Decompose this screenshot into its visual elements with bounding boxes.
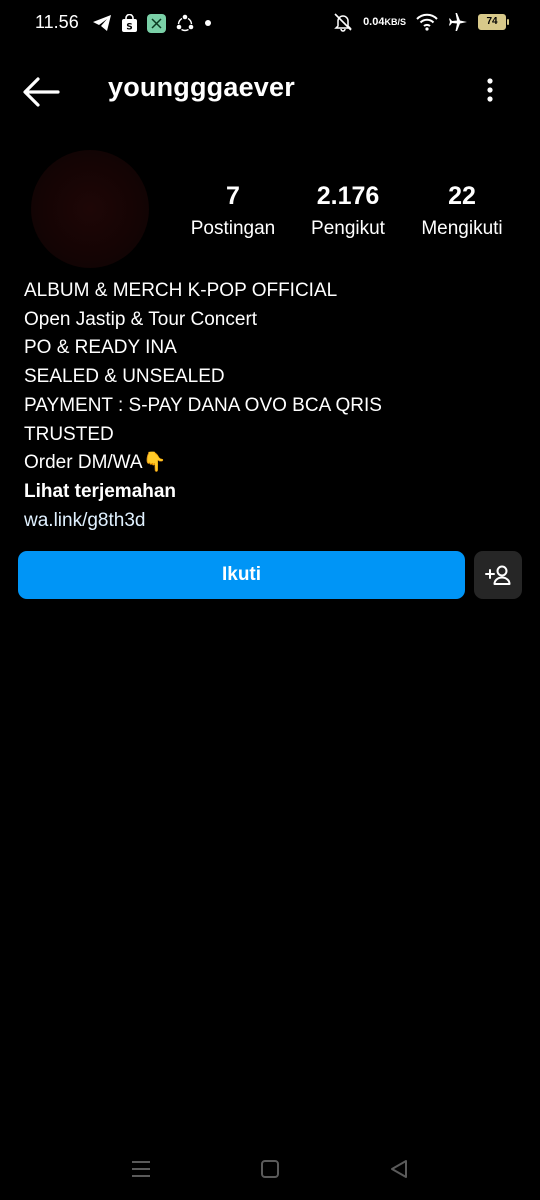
bio-line: Order DM/WA👇 (24, 452, 167, 474)
stat-following-value: 22 (448, 182, 476, 210)
stat-following-label: Mengikuti (421, 218, 503, 239)
shopee-icon: S (121, 13, 138, 33)
net-speed-unit: KB/S (384, 16, 406, 27)
dot-icon (204, 19, 212, 27)
net-speed-value: 0.04 (363, 15, 385, 28)
nav-back-button[interactable] (384, 1154, 414, 1184)
home-button[interactable] (255, 1154, 285, 1184)
bio-line: TRUSTED (24, 423, 114, 445)
see-translation-link[interactable]: Lihat terjemahan (24, 478, 524, 507)
back-button[interactable] (22, 74, 62, 110)
svg-text:S: S (126, 22, 132, 32)
recents-button[interactable] (126, 1154, 156, 1184)
square-icon (261, 1160, 279, 1178)
notification-icons: S (92, 13, 212, 33)
triangle-back-icon (391, 1160, 407, 1178)
stat-posts[interactable]: 7 Postingan (168, 180, 298, 246)
profile-avatar[interactable] (31, 150, 149, 268)
stat-followers-label: Pengikut (311, 218, 385, 239)
bio-website-link[interactable]: wa.link/g8th3d (24, 507, 524, 536)
follow-button[interactable]: Ikuti (18, 551, 465, 599)
bio-line: ALBUM & MERCH K-POP OFFICIAL (24, 280, 338, 301)
wifi-icon (416, 13, 438, 31)
profile-username: youngggaever (108, 72, 295, 102)
sync-icon (175, 13, 195, 33)
mute-icon (333, 12, 353, 32)
airplane-icon (448, 12, 468, 32)
stat-followers-value: 2.176 (316, 182, 380, 210)
status-bar: 11.56 S 0.04 KB/S 74 (0, 0, 540, 48)
bio-line: SEALED & UNSEALED (24, 366, 225, 388)
profile-bio: ALBUM & MERCH K-POP OFFICIAL Open Jastip… (24, 277, 524, 535)
suggested-accounts-button[interactable] (474, 551, 522, 599)
telegram-icon (92, 14, 112, 32)
grab-icon (147, 13, 166, 33)
add-person-icon (485, 565, 511, 585)
stat-posts-value: 7 (226, 182, 240, 210)
net-speed: 0.04 KB/S (363, 15, 406, 28)
bio-line: PO & READY INA (24, 337, 177, 359)
stat-posts-label: Postingan (190, 218, 276, 239)
bio-line: Open Jastip & Tour Concert (24, 308, 258, 330)
status-time: 11.56 (35, 12, 79, 32)
system-icons: 0.04 KB/S 74 (333, 12, 509, 32)
stat-followers[interactable]: 2.176 Pengikut (283, 180, 413, 246)
system-nav-bar (0, 1140, 540, 1200)
more-vertical-icon (487, 78, 493, 102)
stat-following[interactable]: 22 Mengikuti (397, 180, 527, 246)
more-options-button[interactable] (480, 76, 500, 106)
bio-line: PAYMENT : S-PAY DANA OVO BCA QRIS (24, 394, 382, 416)
battery-indicator: 74 (478, 14, 509, 30)
menu-lines-icon (132, 1161, 150, 1177)
back-arrow-icon (23, 77, 60, 107)
